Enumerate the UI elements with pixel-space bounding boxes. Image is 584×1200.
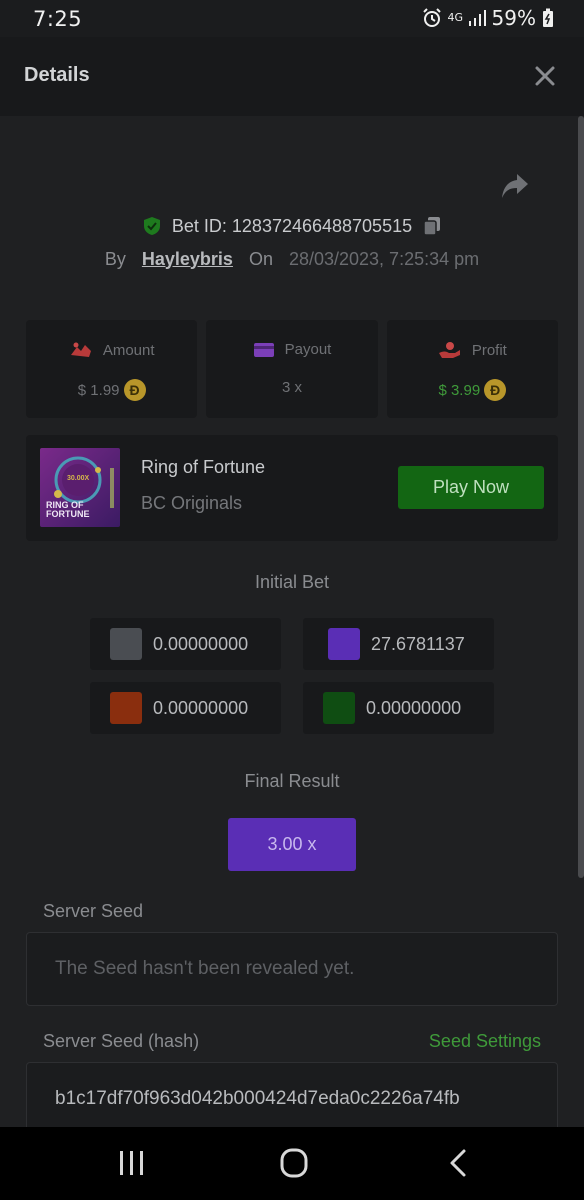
bet-stats: Amount $ 1.99 Ð Payout 3 x Profit $ 3.99 bbox=[26, 320, 558, 418]
signal-icon bbox=[468, 9, 486, 27]
username-link[interactable]: Hayleybris bbox=[142, 249, 233, 270]
status-indicators: 4G 59% bbox=[422, 6, 554, 30]
home-icon bbox=[280, 1148, 308, 1178]
bet-amount: 0.00000000 bbox=[153, 697, 249, 718]
bet-cell-green: 0.00000000 bbox=[303, 682, 494, 734]
battery-icon bbox=[542, 8, 554, 28]
copy-icon bbox=[423, 217, 441, 236]
amount-icon bbox=[70, 342, 91, 357]
profit-value: $ 3.99 bbox=[438, 381, 481, 399]
game-card: 30.00X RING OF FORTUNE Ring of Fortune B… bbox=[26, 435, 558, 541]
home-button[interactable] bbox=[274, 1145, 314, 1181]
share-icon bbox=[502, 174, 528, 198]
server-seed-hash-field[interactable]: b1c17df70f963d042b000424d7eda0c2226a74fb bbox=[26, 1062, 558, 1127]
back-icon bbox=[450, 1149, 466, 1177]
navigation-bar bbox=[0, 1127, 584, 1200]
coin-icon: Ð bbox=[123, 379, 146, 401]
bet-id: Bet ID: 128372466488705515 bbox=[171, 215, 413, 236]
profit-hand-icon bbox=[438, 342, 460, 358]
server-seed-hash-label: Server Seed (hash) bbox=[43, 1031, 200, 1051]
bet-cell-purple: 27.6781137 bbox=[303, 618, 494, 670]
shield-check-icon bbox=[142, 216, 162, 236]
back-button[interactable] bbox=[438, 1145, 478, 1181]
recents-icon bbox=[120, 1151, 143, 1175]
bet-date: 28/03/2023, 7:25:34 pm bbox=[288, 248, 480, 269]
stat-amount: Amount $ 1.99 Ð bbox=[26, 320, 198, 418]
close-button[interactable] bbox=[534, 65, 556, 87]
battery-level: 59% bbox=[491, 6, 536, 30]
copy-button[interactable] bbox=[422, 216, 442, 236]
bet-cell-orange: 0.00000000 bbox=[90, 682, 281, 734]
bet-amount: 27.6781137 bbox=[371, 633, 465, 654]
stat-payout: Payout 3 x bbox=[206, 320, 378, 418]
color-swatch bbox=[328, 628, 360, 660]
amount-value: $ 1.99 bbox=[77, 381, 120, 399]
seed-settings-link[interactable]: Seed Settings bbox=[429, 1031, 541, 1052]
game-thumbnail[interactable]: 30.00X RING OF FORTUNE bbox=[40, 448, 120, 527]
server-seed-placeholder: The Seed hasn't been revealed yet. bbox=[55, 958, 355, 979]
color-swatch bbox=[110, 692, 142, 724]
thumb-title-2: FORTUNE bbox=[46, 509, 90, 519]
on-label: On bbox=[248, 248, 273, 269]
amount-label: Amount bbox=[102, 341, 155, 359]
payout-value: 3 x bbox=[281, 379, 302, 396]
bet-cell-grey: 0.00000000 bbox=[90, 618, 281, 670]
final-result-label: Final Result bbox=[244, 771, 340, 791]
payout-card-icon bbox=[253, 342, 274, 357]
status-time: 7:25 bbox=[33, 7, 83, 31]
initial-bet-label: Initial Bet bbox=[254, 572, 330, 592]
payout-label: Payout bbox=[284, 341, 332, 358]
by-label: By bbox=[104, 248, 126, 269]
coin-icon: Ð bbox=[484, 379, 507, 401]
alarm-icon bbox=[422, 8, 442, 28]
recents-button[interactable] bbox=[112, 1145, 152, 1181]
bet-amount: 0.00000000 bbox=[153, 633, 249, 654]
close-icon bbox=[535, 66, 555, 86]
color-swatch bbox=[110, 628, 142, 660]
bet-author-row: By Hayleybris On 28/03/2023, 7:25:34 pm bbox=[0, 246, 584, 272]
details-header: Details bbox=[0, 37, 584, 116]
server-seed-label: Server Seed bbox=[43, 901, 144, 921]
bet-amount: 0.00000000 bbox=[366, 697, 462, 718]
thumb-badge: 30.00X bbox=[67, 475, 90, 482]
details-content[interactable]: Bet ID: 128372466488705515 By Hayleybris… bbox=[0, 116, 584, 1127]
server-seed-field[interactable]: The Seed hasn't been revealed yet. bbox=[26, 932, 558, 1006]
server-seed-hash-value: b1c17df70f963d042b000424d7eda0c2226a74fb bbox=[55, 1088, 460, 1109]
profit-label: Profit bbox=[471, 341, 507, 359]
stat-profit: Profit $ 3.99 Ð bbox=[386, 320, 558, 418]
status-bar: 7:25 4G 59% bbox=[0, 0, 584, 36]
color-swatch bbox=[323, 692, 355, 724]
share-button[interactable] bbox=[500, 172, 530, 200]
bet-id-row: Bet ID: 128372466488705515 bbox=[0, 212, 584, 240]
game-provider: BC Originals bbox=[141, 493, 243, 513]
game-name[interactable]: Ring of Fortune bbox=[141, 457, 265, 478]
page-title: Details bbox=[24, 64, 90, 86]
play-now-button[interactable]: Play Now bbox=[398, 466, 544, 509]
final-result-value: 3.00 x bbox=[228, 818, 356, 871]
network-label: 4G bbox=[447, 11, 464, 24]
